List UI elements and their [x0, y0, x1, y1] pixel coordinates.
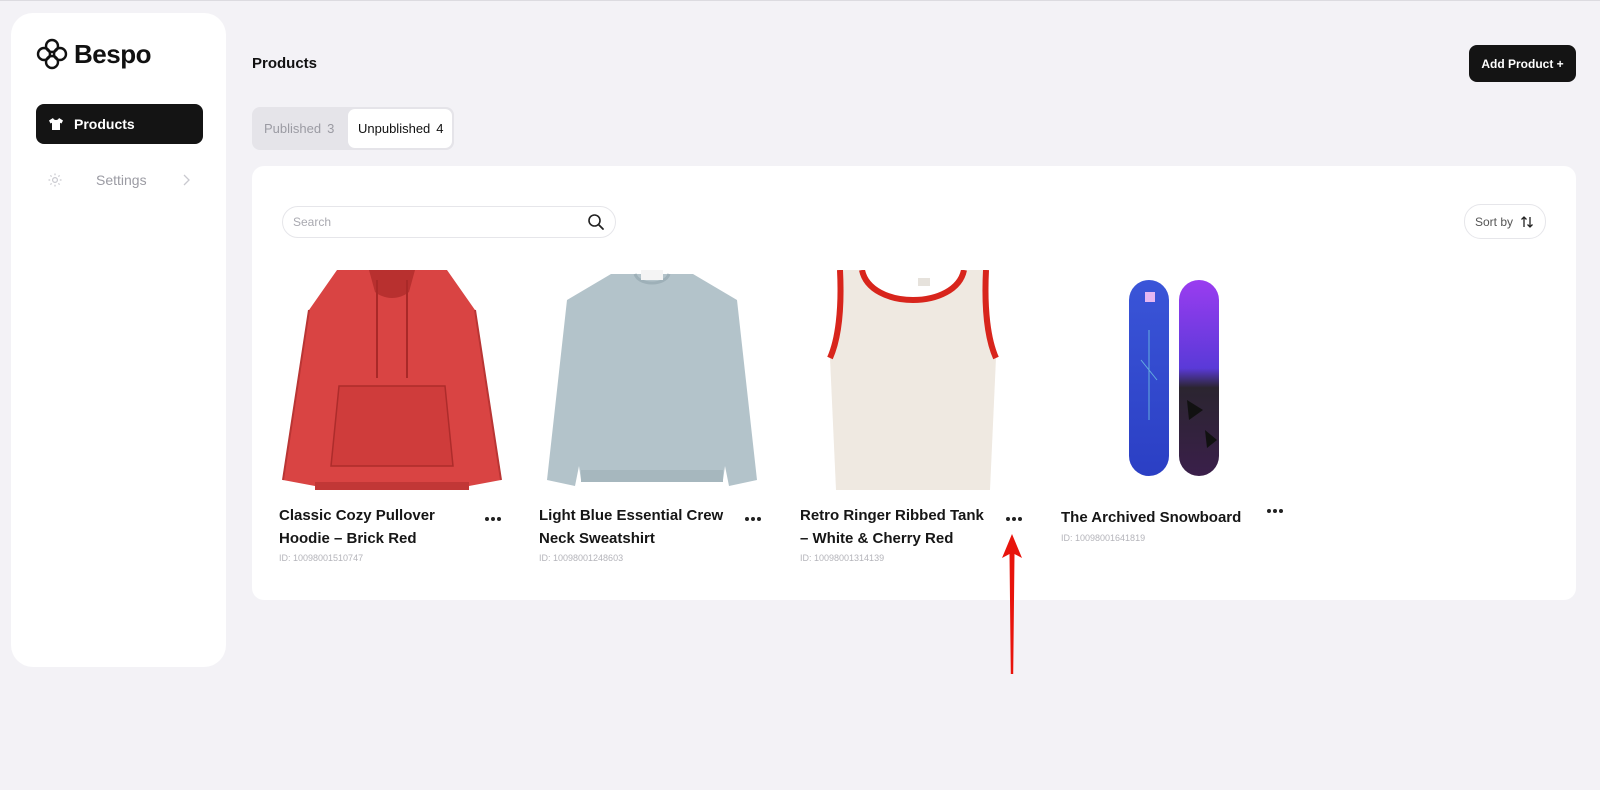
product-image[interactable] [1061, 270, 1287, 490]
more-options-icon[interactable] [1266, 508, 1284, 514]
chevron-right-icon [183, 174, 190, 186]
product-image[interactable] [800, 270, 1026, 490]
more-options-icon[interactable] [744, 516, 762, 522]
product-title[interactable]: The Archived Snowboard [1061, 506, 1257, 529]
gear-icon [48, 173, 62, 187]
bespo-logo-icon [36, 38, 68, 70]
sidebar-item-products[interactable]: Products [36, 104, 203, 144]
product-id: ID: 10098001248603 [539, 553, 624, 563]
product-id: ID: 10098001641819 [1061, 533, 1146, 543]
sidebar-item-label: Settings [96, 172, 147, 188]
product-title[interactable]: Retro Ringer Ribbed Tank – White & Cherr… [800, 504, 996, 550]
product-image[interactable] [279, 270, 505, 490]
status-tabs: Published 3 Unpublished 4 [252, 107, 454, 150]
sort-label: Sort by [1474, 214, 1513, 229]
red-hoodie-image [279, 270, 505, 490]
product-card[interactable]: Classic Cozy Pullover Hoodie – Brick Red… [279, 270, 505, 563]
brand-name: Bespo [74, 38, 151, 69]
tab-count: 4 [436, 121, 444, 136]
top-border [0, 0, 1600, 1]
sort-by-button[interactable]: Sort by [1464, 204, 1546, 239]
search-box [282, 206, 616, 238]
product-image[interactable] [539, 270, 765, 490]
product-id: ID: 10098001314139 [800, 553, 885, 563]
tab-label: Published [264, 121, 322, 136]
snowboard-image [1061, 270, 1287, 490]
tab-published[interactable]: Published 3 [254, 109, 348, 148]
product-card[interactable]: The Archived Snowboard ID: 1009800164181… [1061, 270, 1287, 543]
page-title: Products [252, 55, 318, 72]
products-panel: Sort by Classic Cozy Pullover Hoodie – B… [252, 166, 1576, 600]
product-title[interactable]: Classic Cozy Pullover Hoodie – Brick Red [279, 504, 475, 550]
search-icon[interactable] [587, 213, 605, 231]
product-id: ID: 10098001510747 [279, 553, 364, 563]
tshirt-icon [49, 118, 63, 130]
product-card[interactable]: Light Blue Essential Crew Neck Sweatshir… [539, 270, 765, 563]
sidebar-item-settings[interactable]: Settings [36, 162, 203, 198]
light-blue-sweatshirt-image [539, 270, 765, 490]
more-options-icon[interactable] [1005, 516, 1023, 522]
brand-logo[interactable]: Bespo [36, 38, 151, 70]
add-product-button[interactable]: Add Product + [1469, 45, 1576, 82]
product-title[interactable]: Light Blue Essential Crew Neck Sweatshir… [539, 504, 735, 550]
product-card[interactable]: Retro Ringer Ribbed Tank – White & Cherr… [800, 270, 1026, 563]
search-input[interactable] [293, 215, 587, 229]
more-options-icon[interactable] [484, 516, 502, 522]
ringer-tank-image [800, 270, 1026, 490]
sort-arrows-icon [1521, 215, 1533, 228]
sidebar-item-label: Products [74, 116, 135, 132]
sidebar: Bespo Products Settings [11, 13, 226, 667]
tab-count: 3 [327, 121, 335, 136]
annotation-arrow-icon [1002, 534, 1022, 674]
tab-label: Unpublished [358, 121, 431, 136]
tab-unpublished[interactable]: Unpublished 4 [348, 109, 452, 148]
